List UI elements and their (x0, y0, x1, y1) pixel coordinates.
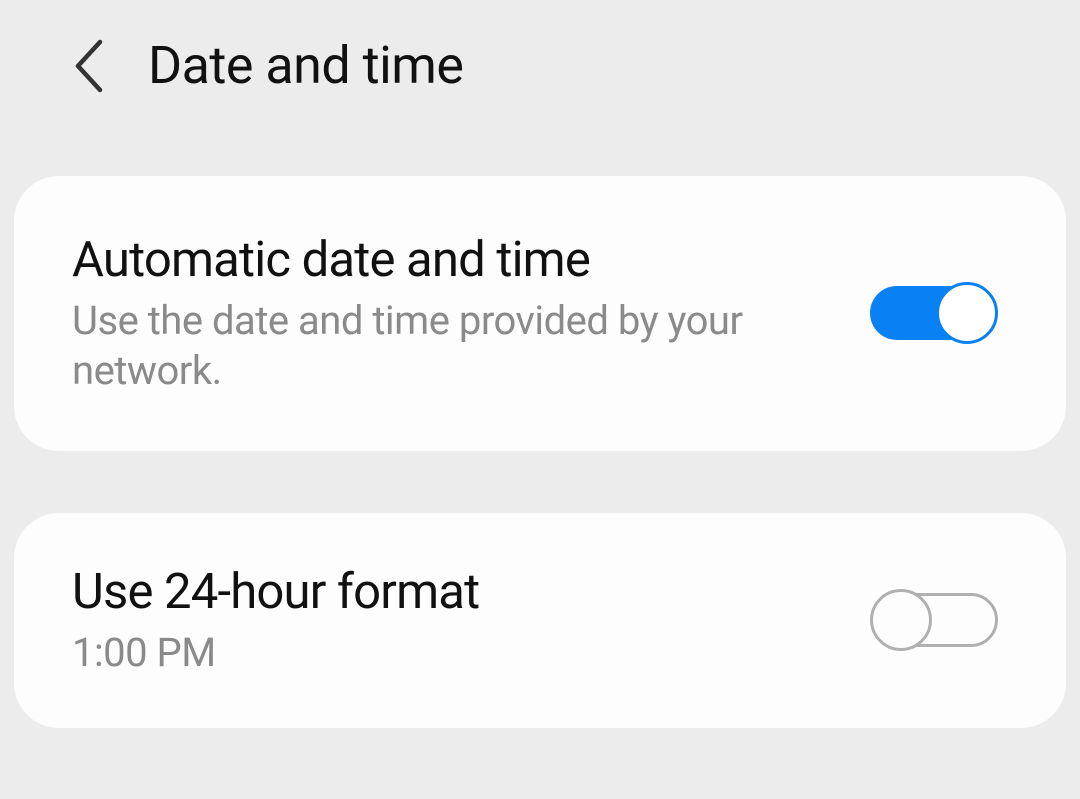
time-format-toggle[interactable] (870, 589, 998, 651)
toggle-thumb (870, 589, 932, 651)
time-format-title: Use 24-hour format (72, 563, 840, 622)
time-format-text: Use 24-hour format 1:00 PM (72, 563, 840, 678)
automatic-datetime-text: Automatic date and time Use the date and… (72, 231, 840, 396)
time-format-subtitle: 1:00 PM (72, 628, 840, 678)
time-format-row[interactable]: Use 24-hour format 1:00 PM (72, 563, 1008, 678)
automatic-datetime-row[interactable]: Automatic date and time Use the date and… (72, 231, 1008, 396)
automatic-datetime-subtitle: Use the date and time provided by your n… (72, 296, 840, 396)
back-button[interactable] (70, 36, 108, 96)
automatic-datetime-card: Automatic date and time Use the date and… (14, 176, 1066, 451)
automatic-datetime-toggle[interactable] (870, 282, 998, 344)
header: Date and time (0, 0, 1080, 96)
toggle-thumb (936, 282, 998, 344)
page-title: Date and time (148, 35, 463, 96)
time-format-card: Use 24-hour format 1:00 PM (14, 513, 1066, 728)
automatic-datetime-title: Automatic date and time (72, 231, 840, 290)
chevron-left-icon (70, 36, 108, 96)
